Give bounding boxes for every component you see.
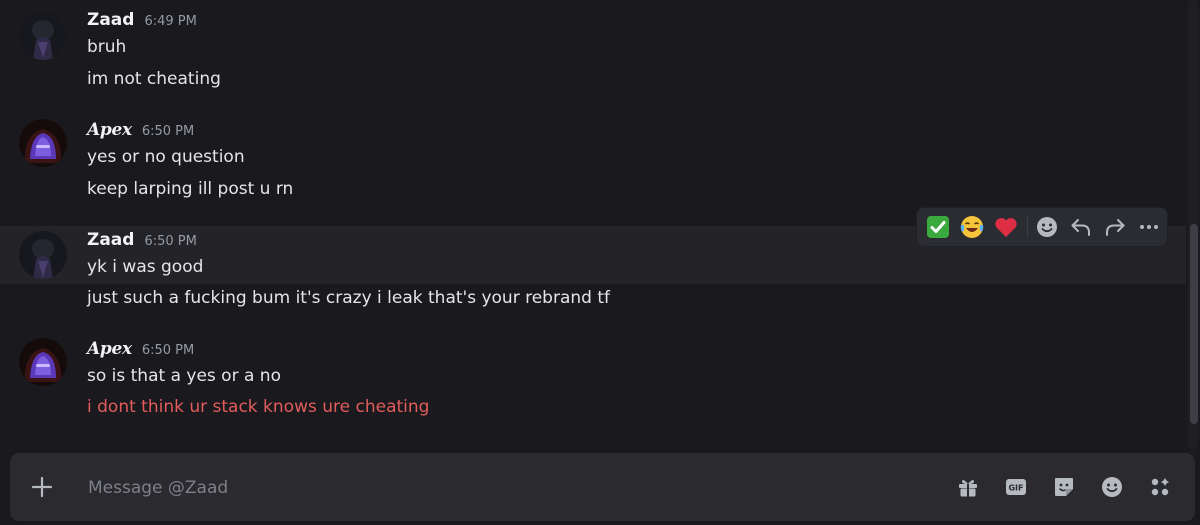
message-actions-toolbar [916, 207, 1168, 247]
emoji-button[interactable] [1100, 475, 1124, 499]
forward-button[interactable] [1099, 211, 1130, 243]
timestamp: 6:49 PM [144, 14, 197, 29]
check-mark-emoji-icon [927, 216, 950, 238]
add-reaction-button[interactable] [1032, 211, 1063, 243]
apps-button[interactable] [1148, 475, 1172, 499]
username[interactable]: Zaad [87, 230, 134, 250]
message-text: just such a fucking bum it's crazy i lea… [87, 288, 610, 308]
timestamp: 6:50 PM [141, 124, 195, 139]
gift-button[interactable] [956, 475, 980, 499]
sticker-icon [1055, 478, 1073, 496]
scrollbar-thumb[interactable] [1190, 224, 1198, 424]
avatar[interactable] [19, 231, 67, 279]
apps-icon [1151, 478, 1169, 496]
username[interactable]: Apex [87, 120, 132, 140]
message-input[interactable] [86, 471, 890, 505]
message-text: so is that a yes or a no [87, 366, 281, 386]
laughing-emoji-icon [961, 216, 984, 238]
reply-button[interactable] [1065, 211, 1096, 243]
more-options-button[interactable] [1133, 211, 1164, 243]
heart-emoji-reaction-button[interactable] [991, 211, 1022, 243]
message-group: Apex 6:50 PM yes or no question keep lar… [0, 110, 1186, 210]
message-text: keep larping ill post u rn [87, 179, 294, 199]
avatar[interactable] [19, 12, 67, 60]
toolbar-divider [1026, 216, 1028, 238]
message-composer: GIF [10, 453, 1195, 521]
gif-button[interactable]: GIF [1004, 475, 1028, 499]
sticker-button[interactable] [1052, 475, 1076, 499]
emoji-icon [1102, 477, 1122, 497]
more-icon [1139, 225, 1158, 229]
message-text: yes or no question [87, 147, 245, 167]
message-text: yk i was good [87, 257, 204, 277]
avatar[interactable] [19, 338, 67, 386]
message-text-highlight: i dont think ur stack knows ure cheating [87, 397, 430, 417]
gift-icon [959, 480, 977, 497]
message-group: Zaad 6:49 PM bruh im not cheating [0, 0, 1186, 100]
username[interactable]: Apex [87, 339, 132, 359]
svg-text:GIF: GIF [1008, 484, 1023, 493]
check-mark-emoji-reaction-button[interactable] [923, 211, 954, 243]
upload-button[interactable] [30, 475, 54, 499]
timestamp: 6:50 PM [141, 343, 195, 358]
plus-icon [31, 476, 53, 498]
heart-emoji-icon [995, 218, 1017, 237]
laughing-emoji-reaction-button[interactable] [957, 211, 988, 243]
username[interactable]: Zaad [87, 10, 134, 30]
gif-icon: GIF [1006, 479, 1026, 495]
message-group: Apex 6:50 PM so is that a yes or a no i … [0, 329, 1186, 429]
message-text: bruh [87, 37, 127, 57]
message-text: im not cheating [87, 69, 221, 89]
timestamp: 6:50 PM [144, 234, 197, 249]
forward-icon [1105, 219, 1125, 236]
avatar[interactable] [19, 119, 67, 167]
add-reaction-icon [1036, 217, 1057, 237]
reply-icon [1071, 219, 1090, 236]
